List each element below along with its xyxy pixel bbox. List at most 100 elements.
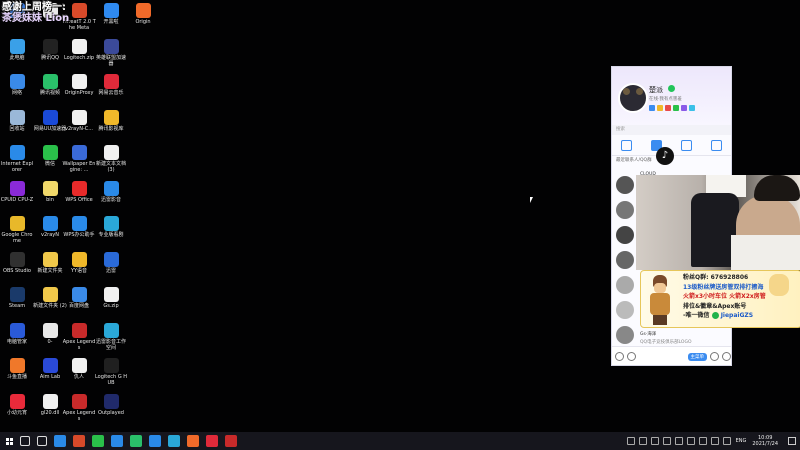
main-menu-button[interactable]: 主菜单 xyxy=(687,352,707,361)
app-icon xyxy=(42,251,58,267)
badge-icon[interactable] xyxy=(673,105,679,111)
apps-tab-icon[interactable] xyxy=(710,139,722,151)
desktop-icon[interactable]: 迅雷影音工作空间 xyxy=(94,322,128,363)
apex-icon[interactable] xyxy=(225,435,237,447)
contact-avatar[interactable] xyxy=(616,226,634,244)
desktop-icon[interactable]: 腾讯影视库 xyxy=(94,109,128,150)
desktop-icon[interactable]: WPS Office xyxy=(62,180,96,221)
desktop-icon[interactable]: Origin xyxy=(126,3,160,43)
desktop-icon[interactable]: OriginProxy xyxy=(62,74,96,114)
last-message-preview: QQ电子竞技俱乐部LOGO xyxy=(640,340,692,345)
taskbar-clock[interactable]: 10:09 2021/7/24 xyxy=(752,435,778,447)
badge-icon[interactable] xyxy=(689,105,695,111)
start-button[interactable] xyxy=(6,437,13,445)
network-icon[interactable] xyxy=(710,437,719,445)
desktop-icon[interactable]: 仇人 xyxy=(62,358,96,398)
contact-avatar[interactable] xyxy=(616,251,634,269)
desktop-icon[interactable]: Wallpaper Engine: ... xyxy=(62,145,96,185)
desktop-icon[interactable]: 小幼元宵 xyxy=(0,393,34,434)
desktop-icon[interactable]: 电脑管家 xyxy=(0,322,34,363)
mail-icon[interactable] xyxy=(722,352,731,361)
app-icon[interactable] xyxy=(73,435,85,447)
badge-icon[interactable] xyxy=(649,105,655,111)
volume-icon[interactable] xyxy=(722,437,731,445)
tray-app-icon[interactable] xyxy=(698,437,707,445)
profile-status[interactable]: 在线·我有点害羞 xyxy=(649,96,682,102)
tray-chevron-icon[interactable] xyxy=(626,437,635,445)
home-tab-icon[interactable] xyxy=(621,139,633,151)
desktop-icon[interactable]: 英雄联盟加速器 xyxy=(94,38,128,79)
desktop-icon[interactable]: Outplayed xyxy=(94,393,128,434)
search-icon[interactable] xyxy=(20,436,30,446)
tray-app-icon[interactable] xyxy=(638,437,647,445)
app-icon xyxy=(71,38,87,54)
desktop-icon[interactable]: WPS办公助手 xyxy=(62,216,96,256)
app-box-icon[interactable] xyxy=(710,352,719,361)
notification-icon[interactable] xyxy=(788,437,796,445)
wechat-icon[interactable] xyxy=(92,435,104,447)
app-icon xyxy=(71,358,87,373)
app-icon xyxy=(103,180,119,196)
taskbar: ENG 10:09 2021/7/24 xyxy=(0,432,800,450)
search-input[interactable]: 搜索 xyxy=(612,125,731,135)
file-icon[interactable] xyxy=(149,435,161,447)
groups-tab-icon[interactable] xyxy=(680,139,692,151)
desktop-icon-label: 仇人 xyxy=(73,374,84,380)
contact-avatar[interactable] xyxy=(616,326,634,344)
desktop-icon[interactable]: Apex Legends xyxy=(62,393,96,434)
chat-icon[interactable] xyxy=(111,435,123,447)
promo-line-1: 粉丝Q群: 676928806 xyxy=(683,274,749,281)
app-icon xyxy=(9,322,25,338)
app-icon xyxy=(42,287,58,302)
tray-app-icon[interactable] xyxy=(674,437,683,445)
desktop-icon[interactable]: 百度网盘 xyxy=(62,287,96,327)
badge-icon[interactable] xyxy=(657,105,663,111)
desktop-icon-label: WPS Office xyxy=(65,196,93,203)
app-icon-2[interactable] xyxy=(168,435,180,447)
contact-avatar[interactable] xyxy=(616,276,634,294)
desktop-icon[interactable]: Gs.zip xyxy=(94,287,128,327)
origin-icon[interactable] xyxy=(187,435,199,447)
desktop-icon[interactable]: v2rayN-C... xyxy=(62,109,96,150)
desktop-icon[interactable]: OBS Studio xyxy=(0,251,34,292)
desktop-icon[interactable]: 网络 xyxy=(0,74,34,114)
desktop-icon[interactable]: Steam xyxy=(0,287,34,327)
desktop-icon[interactable]: 迅雷影音 xyxy=(94,180,128,221)
tray-app-icon[interactable] xyxy=(650,437,659,445)
desktop-icon[interactable]: 此电脑 xyxy=(0,38,34,79)
desktop-icon[interactable]: Logitech.zip xyxy=(62,38,96,79)
desktop-icon[interactable]: 网易云音乐 xyxy=(94,74,128,114)
app-icon xyxy=(9,109,25,125)
profile-avatar[interactable] xyxy=(618,83,648,113)
input-language[interactable]: ENG xyxy=(736,438,747,444)
app-icon xyxy=(103,322,119,338)
desktop-icon[interactable]: 迅雷 xyxy=(94,251,128,292)
tencent-video-icon[interactable] xyxy=(130,435,142,447)
task-view-icon[interactable] xyxy=(37,436,47,446)
netease-icon[interactable] xyxy=(206,435,218,447)
contact-avatar[interactable] xyxy=(616,176,634,194)
desktop-icon[interactable]: YY语音 xyxy=(62,251,96,292)
badge-icon[interactable] xyxy=(665,105,671,111)
menu-icon[interactable] xyxy=(615,352,624,361)
tray-app-icon[interactable] xyxy=(662,437,671,445)
desktop-icon[interactable]: 新建文本文档 (3) xyxy=(94,145,128,185)
edge-icon[interactable] xyxy=(54,435,66,447)
desktop-icon-label: 专业版看剧 xyxy=(98,232,124,238)
promo-line-5: -唯一微信 JiepaiGZS xyxy=(683,312,754,319)
desktop-icon[interactable]: CPUID CPU-Z xyxy=(0,180,34,221)
desktop-icon[interactable]: 专业版看剧 xyxy=(94,216,128,256)
contact-avatar[interactable] xyxy=(616,201,634,219)
desktop-icon[interactable]: Internet Explorer xyxy=(0,145,34,185)
desktop-icon[interactable]: 回收站 xyxy=(0,109,34,150)
tray-app-icon[interactable] xyxy=(686,437,695,445)
desktop-icon[interactable]: 开黑啦 xyxy=(94,3,128,43)
badge-icon[interactable] xyxy=(681,105,687,111)
desktop-icon[interactable]: Logitech G HUB xyxy=(94,358,128,398)
contact-avatar[interactable] xyxy=(616,301,634,319)
desktop-icon[interactable]: Google Chrome xyxy=(0,216,34,256)
promo-mascot-icon xyxy=(769,274,789,296)
settings-icon[interactable] xyxy=(627,352,636,361)
desktop-icon[interactable]: 斗鱼直播 xyxy=(0,358,34,398)
desktop-icon[interactable]: Apex Legends xyxy=(62,322,96,363)
